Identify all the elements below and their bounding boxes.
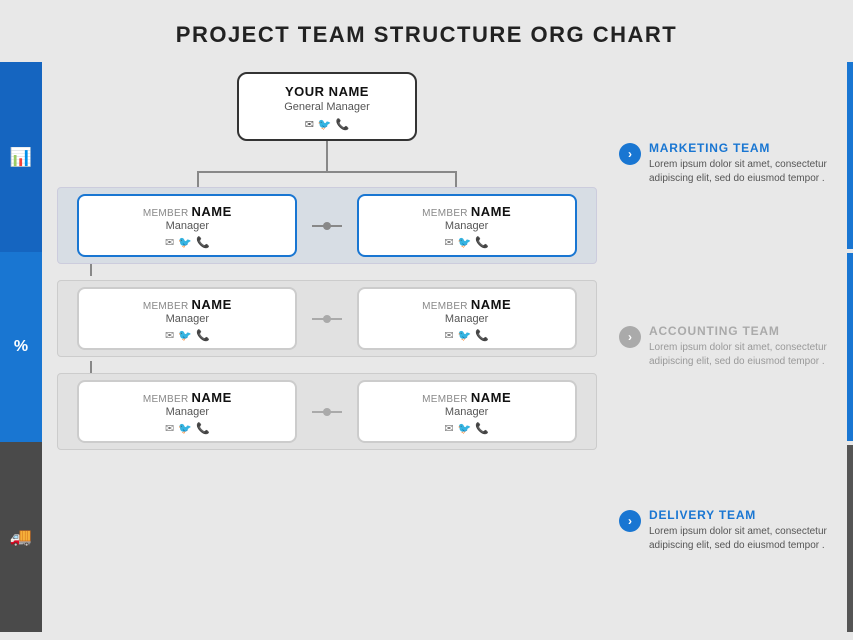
accent-seg-2 (847, 253, 853, 440)
accent-seg-3 (847, 445, 853, 632)
node-icons-r3l: ✉ 🐦 📞 (91, 422, 283, 435)
member-title-r3l: Manager (91, 406, 283, 418)
percent-icon: % (14, 338, 28, 356)
side-icon-panel: 📊 % 🚚 (0, 62, 42, 632)
member-title-r2l: Manager (91, 313, 283, 325)
email-icon-r2l: ✉ (165, 329, 174, 342)
org-node-row1-right: MEMBER NAME Manager ✉ 🐦 📞 (357, 194, 577, 257)
side-icon-delivery: 🚚 (0, 442, 42, 632)
accounting-team-title: ACCOUNTING TEAM (649, 324, 827, 338)
row2-connector (312, 287, 342, 350)
top-node-wrapper: YOUR NAME General Manager ✉ 🐦 📞 (52, 62, 602, 141)
phone-icon-r1l: 📞 (196, 236, 210, 249)
org-row-3: MEMBER NAME Manager ✉ 🐦 📞 MEMBER NAME (57, 373, 597, 450)
marketing-info-text: MARKETING TEAM Lorem ipsum dolor sit ame… (649, 141, 827, 186)
chart-icon: 📊 (10, 147, 32, 168)
h-span-row1 (82, 171, 572, 187)
row3-connector (312, 380, 342, 443)
accounting-chevron-icon: › (619, 326, 641, 348)
org-row-1: MEMBER NAME Manager ✉ 🐦 📞 MEMBER (57, 187, 597, 264)
member-title-r1l: Manager (91, 220, 283, 232)
top-node: YOUR NAME General Manager ✉ 🐦 📞 (237, 72, 417, 141)
member-label-r1r: MEMBER (422, 208, 468, 219)
top-node-icons: ✉ 🐦 📞 (253, 118, 401, 131)
side-icon-percent: % (0, 252, 42, 442)
info-block-delivery: › DELIVERY TEAM Lorem ipsum dolor sit am… (619, 508, 827, 553)
node-icons-r1r: ✉ 🐦 📞 (371, 236, 563, 249)
accounting-info-text: ACCOUNTING TEAM Lorem ipsum dolor sit am… (649, 324, 827, 369)
twitter-icon-r3r: 🐦 (458, 422, 472, 435)
side-icon-chart: 📊 (0, 62, 42, 252)
twitter-icon: 🐦 (318, 118, 332, 131)
row1-connector (312, 194, 342, 257)
node-icons-r1l: ✉ 🐦 📞 (91, 236, 283, 249)
page-title: PROJECT TEAM STRUCTURE ORG CHART (0, 0, 853, 62)
org-node-row1-left: MEMBER NAME Manager ✉ 🐦 📞 (77, 194, 297, 257)
member-label-r3r: MEMBER (422, 394, 468, 405)
info-block-accounting: › ACCOUNTING TEAM Lorem ipsum dolor sit … (619, 324, 827, 369)
phone-icon-r3r: 📞 (475, 422, 489, 435)
right-accent-bar (847, 62, 853, 632)
marketing-chevron-wrap: › (619, 143, 641, 165)
info-block-marketing: › MARKETING TEAM Lorem ipsum dolor sit a… (619, 141, 827, 186)
accounting-chevron-wrap: › (619, 326, 641, 348)
v-line-from-top (52, 141, 602, 171)
org-node-row2-right: MEMBER NAME Manager ✉ 🐦 📞 (357, 287, 577, 350)
marketing-team-desc: Lorem ipsum dolor sit amet, consectetur … (649, 158, 827, 186)
member-name-r1l: NAME (192, 204, 232, 219)
twitter-icon-r2r: 🐦 (458, 329, 472, 342)
node-icons-r2l: ✉ 🐦 📞 (91, 329, 283, 342)
org-node-row2-left: MEMBER NAME Manager ✉ 🐦 📞 (77, 287, 297, 350)
phone-icon-r3l: 📞 (196, 422, 210, 435)
top-node-name: YOUR NAME (253, 84, 401, 99)
marketing-chevron-icon: › (619, 143, 641, 165)
member-label-r3l: MEMBER (143, 394, 189, 405)
delivery-team-desc: Lorem ipsum dolor sit amet, consectetur … (649, 525, 827, 553)
member-title-r1r: Manager (371, 220, 563, 232)
phone-icon-r1r: 📞 (475, 236, 489, 249)
node-icons-r3r: ✉ 🐦 📞 (371, 422, 563, 435)
org-chart-area: YOUR NAME General Manager ✉ 🐦 📞 (42, 62, 612, 632)
member-title-r3r: Manager (371, 406, 563, 418)
email-icon-r3l: ✉ (165, 422, 174, 435)
phone-icon: 📞 (336, 118, 350, 131)
member-name-r3l: NAME (192, 390, 232, 405)
phone-icon-r2l: 📞 (196, 329, 210, 342)
right-info-panel: › MARKETING TEAM Lorem ipsum dolor sit a… (609, 62, 839, 632)
phone-icon-r2r: 📞 (475, 329, 489, 342)
top-node-title: General Manager (253, 101, 401, 113)
delivery-team-title: DELIVERY TEAM (649, 508, 827, 522)
member-name-r2r: NAME (471, 297, 511, 312)
email-icon-r3r: ✉ (444, 422, 453, 435)
delivery-chevron-wrap: › (619, 510, 641, 532)
twitter-icon-r2l: 🐦 (178, 329, 192, 342)
delivery-chevron-icon: › (619, 510, 641, 532)
org-node-row3-right: MEMBER NAME Manager ✉ 🐦 📞 (357, 380, 577, 443)
member-label-r2r: MEMBER (422, 301, 468, 312)
v-lines-row1-to-row2 (52, 264, 602, 276)
org-row-2: MEMBER NAME Manager ✉ 🐦 📞 MEMBER NAME (57, 280, 597, 357)
org-node-row3-left: MEMBER NAME Manager ✉ 🐦 📞 (77, 380, 297, 443)
twitter-icon-r3l: 🐦 (178, 422, 192, 435)
member-name-r1r: NAME (471, 204, 511, 219)
accounting-team-desc: Lorem ipsum dolor sit amet, consectetur … (649, 341, 827, 369)
member-label-r2l: MEMBER (143, 301, 189, 312)
v-lines-row2-to-row3 (52, 361, 602, 373)
marketing-team-title: MARKETING TEAM (649, 141, 827, 155)
delivery-info-text: DELIVERY TEAM Lorem ipsum dolor sit amet… (649, 508, 827, 553)
node-icons-r2r: ✉ 🐦 📞 (371, 329, 563, 342)
member-name-r3r: NAME (471, 390, 511, 405)
email-icon: ✉ (305, 118, 314, 131)
email-icon-r2r: ✉ (444, 329, 453, 342)
delivery-icon: 🚚 (10, 527, 32, 548)
email-icon-r1l: ✉ (165, 236, 174, 249)
twitter-icon-r1r: 🐦 (458, 236, 472, 249)
email-icon-r1r: ✉ (444, 236, 453, 249)
member-label-r1l: MEMBER (143, 208, 189, 219)
member-name-r2l: NAME (192, 297, 232, 312)
twitter-icon-r1l: 🐦 (178, 236, 192, 249)
member-title-r2r: Manager (371, 313, 563, 325)
accent-seg-1 (847, 62, 853, 249)
